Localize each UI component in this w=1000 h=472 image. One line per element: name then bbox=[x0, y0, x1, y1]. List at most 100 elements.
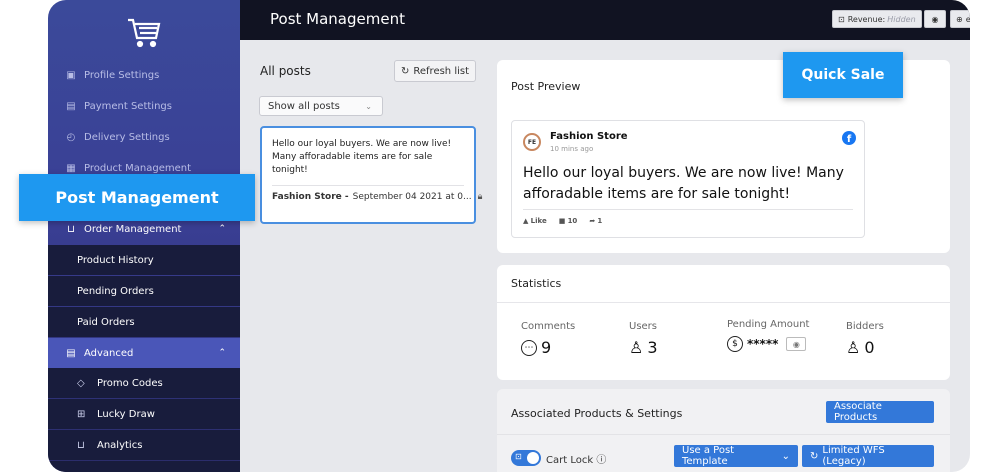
language-label: en bbox=[965, 14, 970, 24]
sidebar-subitem-promo-codes[interactable]: ◇ Promo Codes bbox=[48, 368, 240, 398]
shares-count: ➦ 1 bbox=[589, 217, 602, 225]
cart-lock-toggle[interactable]: ⊡ bbox=[511, 450, 541, 466]
post-store: Fashion Store - bbox=[272, 192, 349, 202]
eye-button[interactable]: ◉ bbox=[924, 10, 946, 28]
stat-comments: Comments ⋯ 9 bbox=[521, 321, 575, 357]
posts-filter-value: Show all posts bbox=[268, 100, 340, 112]
cart-logo-icon bbox=[128, 18, 161, 48]
quick-sale-label: Quick Sale bbox=[801, 67, 885, 83]
refresh-label: Refresh list bbox=[413, 65, 470, 77]
post-preview-title: Post Preview bbox=[511, 80, 581, 93]
sidebar-item-payment-settings[interactable]: ▤ Payment Settings bbox=[48, 91, 240, 121]
divider bbox=[497, 434, 950, 435]
cart-icon: ⊔ bbox=[67, 223, 75, 235]
post-time: 10 mins ago bbox=[550, 145, 594, 153]
lock-icon: ⊡ bbox=[515, 452, 522, 461]
revenue-label: Revenue: bbox=[847, 14, 886, 24]
sidebar: ▣ Profile Settings ▤ Payment Settings ◴ … bbox=[48, 0, 240, 472]
quick-sale-callout: Quick Sale bbox=[783, 52, 903, 98]
post-list-item[interactable]: Hello our loyal buyers. We are now live!… bbox=[260, 126, 482, 224]
stat-value: ***** bbox=[747, 337, 779, 351]
chevron-up-icon: ⌃ bbox=[218, 348, 226, 358]
stat-bidders: Bidders ♙ 0 bbox=[846, 321, 884, 357]
comments-value: 10 bbox=[567, 217, 578, 225]
like-icon: ▲ bbox=[523, 217, 529, 225]
like-action[interactable]: ▲ Like bbox=[523, 217, 547, 225]
sidebar-item-label: Profile Settings bbox=[84, 69, 160, 81]
chevron-down-icon: ⌄ bbox=[365, 101, 372, 111]
sidebar-item-profile-settings[interactable]: ▣ Profile Settings bbox=[48, 60, 240, 90]
chevron-down-icon: ⌄ bbox=[781, 450, 790, 462]
delivery-icon: ◴ bbox=[66, 131, 76, 143]
eye-icon: ◉ bbox=[792, 339, 800, 349]
sidebar-subitem-product-history[interactable]: Product History bbox=[48, 245, 240, 275]
sidebar-subitem-label: Analytics bbox=[97, 439, 143, 451]
user-icon: ♙ bbox=[846, 338, 861, 357]
post-meta: Fashion Store - September 04 2021 at 0..… bbox=[272, 192, 482, 202]
analytics-icon: ⊔ bbox=[77, 439, 85, 451]
divider bbox=[497, 302, 950, 303]
reveal-amount-button[interactable]: ◉ bbox=[786, 337, 807, 351]
wfs-label: Limited WFS (Legacy) bbox=[822, 445, 885, 467]
facebook-post-card: FE Fashion Store 10 mins ago f Hello our… bbox=[511, 120, 865, 238]
sidebar-subitem-paid-orders[interactable]: Paid Orders bbox=[48, 307, 240, 337]
associated-title: Associated Products & Settings bbox=[511, 407, 683, 420]
stat-label: Users bbox=[629, 321, 658, 332]
limited-wfs-button[interactable]: ↻ Limited WFS (Legacy) bbox=[802, 445, 934, 467]
statistics-title: Statistics bbox=[511, 277, 562, 290]
shares-value: 1 bbox=[597, 217, 603, 225]
store-name: Fashion Store bbox=[550, 131, 628, 142]
comments-count: ■ 10 bbox=[559, 217, 578, 225]
sidebar-item-delivery-settings[interactable]: ◴ Delivery Settings bbox=[48, 122, 240, 152]
stat-label: Bidders bbox=[846, 321, 884, 332]
stat-value: 9 bbox=[541, 338, 552, 357]
eye-icon: ◉ bbox=[931, 14, 939, 24]
post-management-callout: Post Management bbox=[19, 174, 255, 221]
sidebar-subitem-label: Paid Orders bbox=[77, 316, 135, 328]
posts-filter-select[interactable]: Show all posts ⌄ bbox=[259, 96, 383, 116]
sidebar-subitem-analytics[interactable]: ⊔ Analytics bbox=[48, 430, 240, 460]
sidebar-subitem-label: Lucky Draw bbox=[97, 408, 155, 420]
associate-products-button[interactable]: Associate Products bbox=[826, 401, 934, 423]
sidebar-item-label: Product Management bbox=[84, 162, 192, 174]
store-avatar: FE bbox=[523, 133, 541, 151]
stat-users: Users ♙ 3 bbox=[629, 321, 658, 357]
sidebar-subitem-pending-orders[interactable]: Pending Orders bbox=[48, 276, 240, 306]
sidebar-subitem-more[interactable] bbox=[48, 461, 240, 472]
cart-lock-text: Cart Lock bbox=[546, 455, 594, 466]
refresh-list-button[interactable]: ↻ Refresh list bbox=[394, 60, 476, 82]
stat-value: 3 bbox=[647, 338, 658, 357]
advanced-icon: ▤ bbox=[66, 347, 76, 359]
sidebar-item-advanced[interactable]: ▤ Advanced ⌃ bbox=[48, 338, 240, 368]
use-post-template-button[interactable]: Use a Post Template ⌄ bbox=[674, 445, 798, 467]
payment-icon: ▤ bbox=[66, 100, 76, 112]
user-icon: ♙ bbox=[629, 338, 644, 357]
all-posts-heading: All posts bbox=[260, 64, 311, 78]
comment-icon: ■ bbox=[558, 217, 566, 225]
sidebar-subitem-lucky-draw[interactable]: ⊞ Lucky Draw bbox=[48, 399, 240, 429]
like-label: Like bbox=[530, 217, 547, 225]
refresh-icon: ↻ bbox=[810, 450, 819, 462]
divider bbox=[272, 185, 464, 186]
revenue-icon: ⊡ bbox=[838, 14, 845, 24]
stat-label: Comments bbox=[521, 321, 576, 332]
promo-icon: ◇ bbox=[77, 377, 85, 389]
dollar-icon: $ bbox=[727, 336, 743, 352]
associate-products-label: Associate Products bbox=[834, 401, 882, 423]
stat-value: 0 bbox=[864, 338, 875, 357]
revenue-toggle[interactable]: ⊡ Revenue: Hidden bbox=[832, 10, 922, 28]
share-icon: ➦ bbox=[589, 217, 596, 225]
sidebar-subitem-label: Promo Codes bbox=[97, 377, 163, 389]
revenue-value: Hidden bbox=[887, 14, 916, 24]
language-button[interactable]: ⊕ en bbox=[950, 10, 970, 28]
facebook-icon: f bbox=[842, 131, 856, 145]
top-bar: Post Management ⊡ Revenue: Hidden ◉ ⊕ en bbox=[240, 0, 970, 40]
sidebar-item-label: Payment Settings bbox=[84, 100, 172, 112]
sidebar-item-label: Order Management bbox=[84, 223, 182, 235]
statistics-panel: Statistics Comments ⋯ 9 Users ♙ 3 Pending … bbox=[497, 265, 950, 380]
help-icon[interactable]: ⓘ bbox=[596, 455, 606, 466]
lock-icon: 🔒︎ bbox=[477, 192, 483, 202]
divider bbox=[523, 209, 853, 210]
post-management-label: Post Management bbox=[55, 188, 219, 207]
comment-icon: ⋯ bbox=[521, 339, 537, 356]
